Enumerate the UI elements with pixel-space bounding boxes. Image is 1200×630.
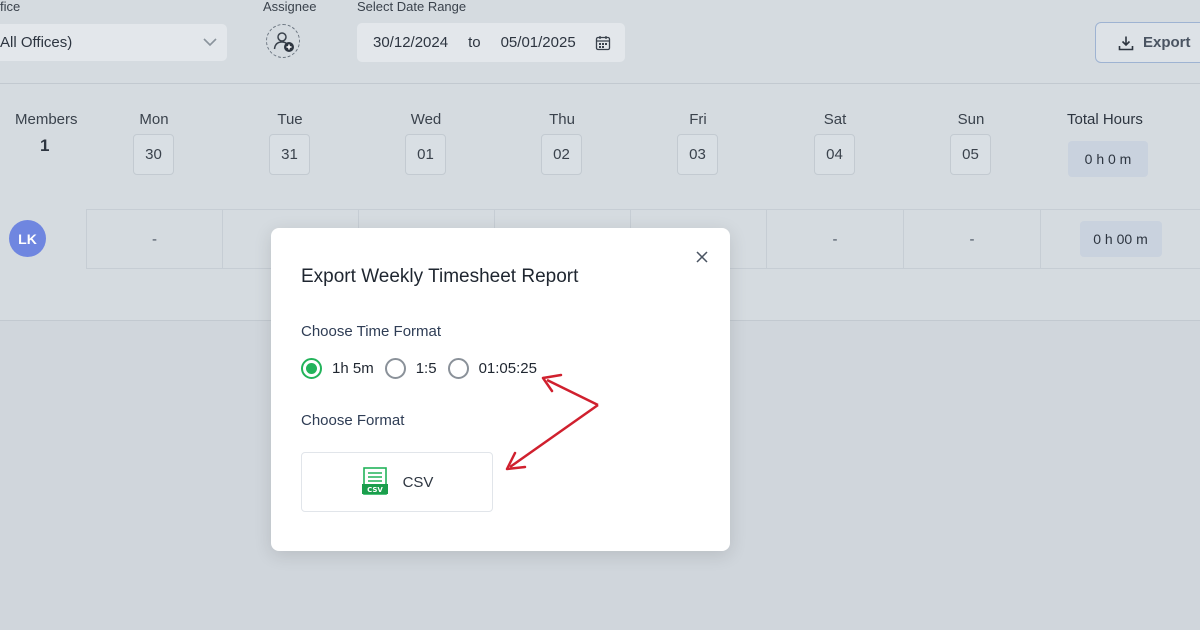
day-header-thu: Thu xyxy=(549,111,575,128)
modal-title: Export Weekly Timesheet Report xyxy=(301,266,579,287)
total-hours-value: 0 h 0 m xyxy=(1068,141,1148,177)
day-header-sun: Sun xyxy=(957,111,985,128)
day-header-sat: Sat xyxy=(823,111,847,128)
date-range-picker[interactable]: 30/12/2024 to 05/01/2025 xyxy=(357,23,625,62)
day-date-tue: 31 xyxy=(269,134,310,175)
add-user-icon xyxy=(271,29,295,53)
day-date-wed: 01 xyxy=(405,134,446,175)
csv-icon-text: CSV xyxy=(367,486,383,494)
export-button-label: Export xyxy=(1143,34,1191,51)
export-modal: Export Weekly Timesheet Report Choose Ti… xyxy=(271,228,730,551)
radio-label: 01:05:25 xyxy=(478,360,537,377)
day-date-fri: 03 xyxy=(677,134,718,175)
radio-button[interactable] xyxy=(447,358,469,379)
assignee-label: Assignee xyxy=(263,0,317,14)
avatar[interactable]: LK xyxy=(9,220,46,257)
date-to-separator: to xyxy=(468,34,481,51)
day-cell-mon[interactable]: - xyxy=(86,209,222,269)
format-label: Choose Format xyxy=(301,412,405,429)
day-date-thu: 02 xyxy=(541,134,582,175)
time-format-label: Choose Time Format xyxy=(301,323,442,340)
row-total-hours: 0 h 00 m xyxy=(1079,221,1162,257)
date-from[interactable]: 30/12/2024 xyxy=(373,34,448,51)
day-cell-sun[interactable]: - xyxy=(903,209,1040,269)
radio-button[interactable] xyxy=(384,358,406,379)
date-to[interactable]: 05/01/2025 xyxy=(501,34,576,51)
time-format-option-1h5m[interactable]: 1h 5m xyxy=(301,358,374,379)
day-header-mon: Mon xyxy=(139,111,169,128)
radio-button[interactable] xyxy=(301,358,322,379)
day-date-mon: 30 xyxy=(133,134,174,175)
close-icon[interactable] xyxy=(693,248,711,266)
total-hours-header: Total Hours xyxy=(1067,111,1143,128)
office-select-value: All Offices) xyxy=(0,34,73,51)
time-format-option-colon[interactable]: 1:5 xyxy=(384,358,437,379)
radio-label: 1:5 xyxy=(415,360,437,377)
export-button[interactable]: Export xyxy=(1095,22,1200,63)
chevron-down-icon xyxy=(203,38,217,47)
assignee-button[interactable] xyxy=(266,24,300,58)
timesheet-page: fice All Offices) Assignee Select Date R… xyxy=(0,0,1200,630)
csv-file-icon: CSV xyxy=(361,467,389,497)
date-range-label: Select Date Range xyxy=(357,0,467,14)
day-date-sat: 04 xyxy=(814,134,855,175)
members-header: Members xyxy=(15,111,78,128)
members-count: 1 xyxy=(40,136,50,155)
day-header-fri: Fri xyxy=(689,111,707,128)
csv-format-label: CSV xyxy=(402,473,434,491)
csv-format-button[interactable]: CSV CSV xyxy=(301,452,493,512)
time-format-option-hhmmss[interactable]: 01:05:25 xyxy=(447,358,537,379)
row-total-cell: 0 h 00 m xyxy=(1040,209,1200,269)
download-icon xyxy=(1118,35,1134,51)
day-date-sun: 05 xyxy=(950,134,991,175)
day-header-wed: Wed xyxy=(410,111,442,128)
calendar-icon[interactable] xyxy=(595,35,611,51)
radio-label: 1h 5m xyxy=(332,360,374,377)
time-format-options: 1h 5m 1:5 01:05:25 xyxy=(301,358,548,379)
day-header-tue: Tue xyxy=(277,111,303,128)
filter-bar: fice All Offices) Assignee Select Date R… xyxy=(0,0,1200,84)
office-select[interactable]: All Offices) xyxy=(0,24,227,61)
office-label: fice xyxy=(0,0,21,14)
day-cell-sat[interactable]: - xyxy=(766,209,903,269)
